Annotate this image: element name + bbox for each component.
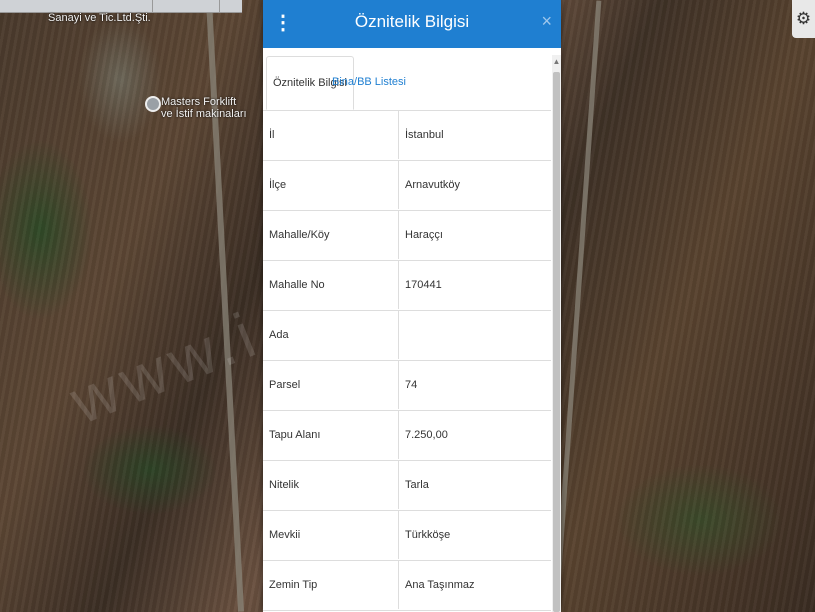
panel-title: Öznitelik Bilgisi <box>354 12 470 31</box>
row-value: 7.250,00 <box>398 411 545 459</box>
row-key: Mahalle/Köy <box>269 229 330 241</box>
row-key: Mevkii <box>269 529 301 541</box>
map-poi-marker[interactable] <box>145 96 161 112</box>
panel-scrollbar[interactable]: ▲ <box>552 55 561 612</box>
row-key: Mahalle No <box>269 279 325 291</box>
table-row: Tapu Alanı 7.250,00 <box>263 411 551 461</box>
map-label-poi: Masters Forklift ve İstif makinaları <box>161 96 247 120</box>
row-key: Zemin Tip <box>269 579 318 591</box>
attribute-table: İl İstanbul İlçe Arnavutköy Mahalle/Köy Har… <box>263 111 551 611</box>
table-row: İlçe Arnavutköy <box>263 161 551 211</box>
scrollbar-thumb[interactable] <box>553 72 560 612</box>
row-value: Arnavutköy <box>398 161 545 209</box>
settings-button[interactable]: ⚙ <box>792 0 815 38</box>
row-value: Haraççı <box>398 211 545 259</box>
row-key: Ada <box>269 329 289 341</box>
scroll-up-arrow-icon[interactable]: ▲ <box>552 57 561 66</box>
row-value: 74 <box>398 361 545 409</box>
table-row: Mahalle No 170441 <box>263 261 551 311</box>
row-value: İstanbul <box>398 111 545 159</box>
table-row: Zemin Tip Ana Taşınmaz <box>263 561 551 611</box>
row-key: Parsel <box>269 379 301 391</box>
table-row: İl İstanbul <box>263 111 551 161</box>
row-value: Ana Taşınmaz <box>398 561 545 609</box>
row-key: Nitelik <box>269 479 299 491</box>
table-row: Mahalle/Köy Haraççı <box>263 211 551 261</box>
row-value: Türkköşe <box>398 511 545 559</box>
close-icon[interactable]: × <box>541 11 552 32</box>
row-value <box>398 311 545 359</box>
row-value: Tarla <box>398 461 545 509</box>
panel-header: ⋮ Öznitelik Bilgisi × <box>263 0 561 48</box>
row-key: Tapu Alanı <box>269 429 321 441</box>
row-key: İl <box>269 129 275 141</box>
row-key: İlçe <box>269 179 287 191</box>
table-row: Nitelik Tarla <box>263 461 551 511</box>
attribute-panel: ⋮ Öznitelik Bilgisi × Öznitelik Bilgisi … <box>263 0 561 612</box>
table-row: Mevkii Türkköşe <box>263 511 551 561</box>
table-row: Parsel 74 <box>263 361 551 411</box>
tab-building-list[interactable]: Bina/BB Listesi <box>326 56 412 108</box>
row-value: 170441 <box>398 261 545 309</box>
gear-icon: ⚙ <box>795 9 812 28</box>
panel-tabs: Öznitelik Bilgisi Bina/BB Listesi <box>263 48 551 111</box>
table-row: Ada <box>263 311 551 361</box>
map-label-company: Sanayi ve Tic.Ltd.Şti. <box>48 12 151 24</box>
